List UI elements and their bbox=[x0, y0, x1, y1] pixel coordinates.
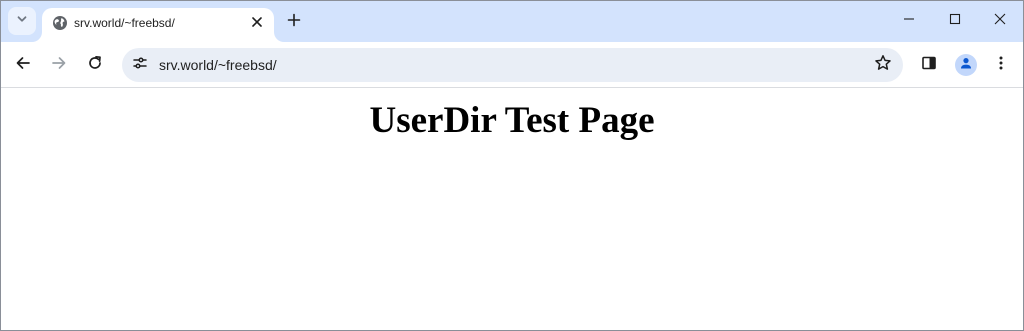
url-text[interactable]: srv.world/~freebsd/ bbox=[159, 57, 277, 73]
browser-toolbar: srv.world/~freebsd/ bbox=[1, 42, 1023, 88]
profile-button[interactable] bbox=[955, 54, 977, 76]
side-panel-button[interactable] bbox=[915, 51, 943, 79]
minimize-button[interactable] bbox=[886, 5, 932, 37]
new-tab-button[interactable] bbox=[282, 10, 306, 34]
page-viewport: UserDir Test Page bbox=[1, 89, 1023, 330]
site-info-button[interactable] bbox=[126, 51, 154, 79]
arrow-right-icon bbox=[51, 55, 67, 76]
person-icon bbox=[959, 56, 973, 75]
star-icon bbox=[874, 54, 892, 77]
forward-button[interactable] bbox=[45, 51, 73, 79]
tune-icon bbox=[132, 55, 148, 76]
close-icon bbox=[252, 14, 262, 32]
tab-active[interactable]: srv.world/~freebsd/ bbox=[42, 8, 274, 42]
address-bar[interactable]: srv.world/~freebsd/ bbox=[122, 48, 903, 82]
plus-icon bbox=[287, 13, 301, 32]
tab-close-button[interactable] bbox=[248, 14, 266, 32]
kebab-menu-icon bbox=[993, 55, 1009, 76]
close-icon bbox=[994, 12, 1006, 30]
tab-strip: srv.world/~freebsd/ bbox=[1, 1, 1023, 42]
side-panel-icon bbox=[921, 55, 937, 76]
browser-menu-button[interactable] bbox=[987, 51, 1015, 79]
chevron-down-icon bbox=[16, 12, 28, 30]
browser-window: srv.world/~freebsd/ srv.world/~freebsd/ … bbox=[0, 0, 1024, 331]
minimize-icon bbox=[903, 12, 915, 30]
bookmark-button[interactable] bbox=[871, 53, 895, 77]
maximize-button[interactable] bbox=[932, 5, 978, 37]
tab-search-button[interactable] bbox=[8, 7, 36, 35]
reload-button[interactable] bbox=[81, 51, 109, 79]
arrow-left-icon bbox=[15, 55, 31, 76]
page-title: UserDir Test Page bbox=[369, 100, 655, 141]
reload-icon bbox=[87, 55, 103, 76]
close-window-button[interactable] bbox=[977, 5, 1023, 37]
maximize-icon bbox=[949, 12, 961, 30]
globe-icon bbox=[52, 15, 68, 31]
back-button[interactable] bbox=[9, 51, 37, 79]
tab-title: srv.world/~freebsd/ bbox=[74, 16, 175, 30]
